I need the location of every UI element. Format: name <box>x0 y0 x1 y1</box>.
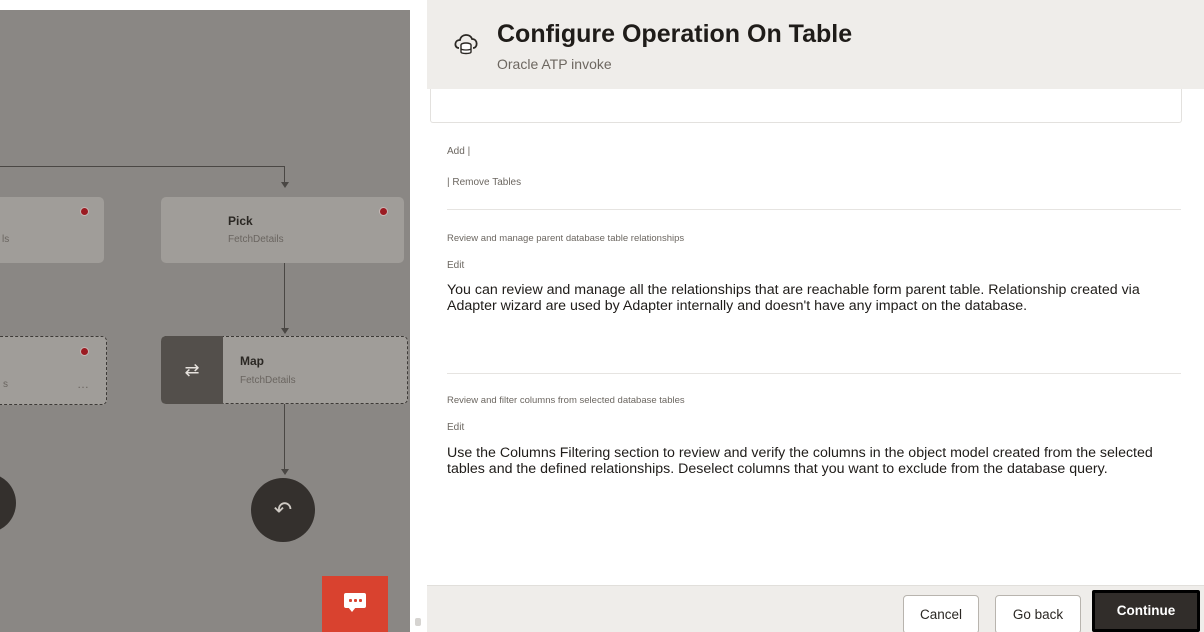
connector-pick-map <box>284 263 285 329</box>
node-title: Map <box>240 354 264 368</box>
app-root: ls Pick FetchDetails s … ⇄ Map FetchDeta… <box>0 0 1204 632</box>
connector-top <box>0 166 285 167</box>
connector-arrow <box>281 328 289 334</box>
panel-subtitle: Oracle ATP invoke <box>497 56 612 72</box>
canvas-node-map[interactable]: ⇄ Map FetchDetails <box>161 336 408 404</box>
node-title: Pick <box>228 214 253 228</box>
integration-canvas: ls Pick FetchDetails s … ⇄ Map FetchDeta… <box>0 0 410 632</box>
canvas-node-left-mid[interactable]: s … <box>0 336 107 405</box>
return-icon: ↶ <box>273 497 293 522</box>
connector-map-end <box>284 404 285 470</box>
canvas-end-node-left[interactable] <box>0 473 16 533</box>
tables-box <box>430 89 1182 123</box>
configure-panel: Configure Operation On Table Oracle ATP … <box>427 0 1204 632</box>
add-link[interactable]: Add | <box>447 146 470 157</box>
error-icon <box>80 207 89 216</box>
go-back-button[interactable]: Go back <box>995 595 1081 632</box>
connector-arrow <box>281 182 289 188</box>
divider <box>447 373 1181 374</box>
continue-label: Continue <box>1099 596 1193 626</box>
divider <box>447 209 1181 210</box>
panel-title: Configure Operation On Table <box>497 20 853 48</box>
error-icon <box>80 347 89 356</box>
canvas-node-pick[interactable]: Pick FetchDetails <box>161 197 404 263</box>
chat-button[interactable] <box>322 576 388 632</box>
chat-icon <box>344 593 366 612</box>
relationships-description: You can review and manage all the relati… <box>447 282 1140 314</box>
remove-tables-link[interactable]: | Remove Tables <box>447 177 521 188</box>
cloud-database-icon <box>454 34 478 55</box>
node-subtitle: FetchDetails <box>240 375 296 386</box>
columns-description: Use the Columns Filtering section to rev… <box>447 445 1153 477</box>
error-icon <box>379 207 388 216</box>
node-subtitle: FetchDetails <box>228 234 284 245</box>
cancel-button[interactable]: Cancel <box>903 595 979 632</box>
columns-edit-link[interactable]: Edit <box>447 422 464 433</box>
map-icon: ⇄ <box>161 336 223 404</box>
panel-splitter[interactable] <box>410 0 427 632</box>
panel-footer: Cancel Go back Continue <box>427 585 1204 632</box>
scrollbar-thumb[interactable] <box>415 618 421 626</box>
connector-arrow <box>281 469 289 475</box>
panel-header: Configure Operation On Table Oracle ATP … <box>427 0 1204 89</box>
continue-button[interactable]: Continue <box>1092 590 1200 632</box>
columns-section-label: Review and filter columns from selected … <box>447 395 685 406</box>
node-subtitle: ls <box>2 234 10 245</box>
canvas-top-gap <box>0 0 410 10</box>
relationships-edit-link[interactable]: Edit <box>447 260 464 271</box>
node-subtitle: s <box>3 379 8 390</box>
relationships-section-label: Review and manage parent database table … <box>447 233 685 244</box>
more-icon[interactable]: … <box>77 377 89 391</box>
canvas-node-left-top[interactable]: ls <box>0 197 104 263</box>
panel-content: Add | | Remove Tables Review and manage … <box>427 89 1204 585</box>
return-node[interactable]: ↶ <box>251 478 315 542</box>
